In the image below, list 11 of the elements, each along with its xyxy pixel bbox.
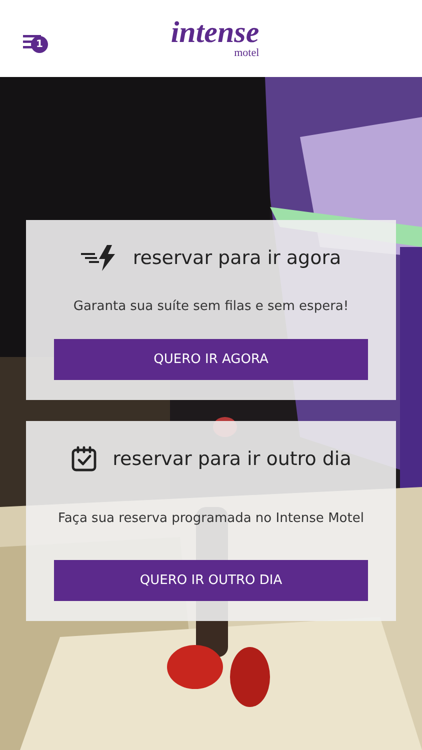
logo-subtitle: motel — [234, 48, 260, 59]
calendar-check-icon — [70, 446, 97, 472]
card-description: Garanta sua suíte sem filas e sem espera! — [73, 298, 349, 316]
card-title: reservar para ir outro dia — [112, 447, 352, 472]
logo-text: intense — [170, 18, 260, 48]
card-description: Faça sua reserva programada no Intense Motel — [58, 510, 364, 528]
notification-badge: 1 — [31, 36, 48, 53]
reserve-button[interactable]: QUERO IR AGORA — [54, 339, 368, 380]
reserve-button[interactable]: QUERO IR OUTRO DIA — [54, 560, 368, 601]
lightning-icon — [80, 245, 117, 272]
card-title: reservar para ir agora — [132, 246, 342, 271]
